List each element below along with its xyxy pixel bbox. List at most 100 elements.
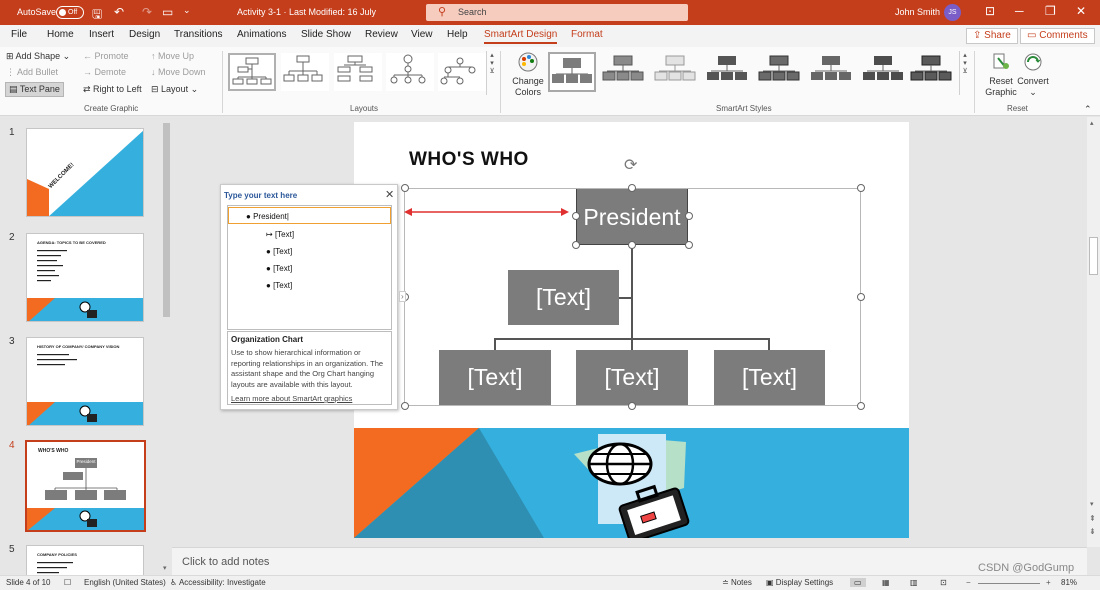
share-button[interactable]: ⇪ Share <box>966 28 1018 44</box>
redo-icon[interactable]: ↷ <box>142 5 152 19</box>
smartart-frame[interactable] <box>404 188 861 406</box>
tab-slide-show[interactable]: Slide Show <box>301 29 351 40</box>
tab-smartart-design[interactable]: SmartArt Design <box>484 29 558 44</box>
slide-show-icon[interactable]: ⊡ <box>940 578 947 587</box>
text-pane-toggle-icon[interactable]: › <box>399 291 406 302</box>
add-bullet-button[interactable]: ⋮ Add Bullet <box>6 67 58 78</box>
smartart-style-3[interactable] <box>653 52 701 92</box>
smartart-style-5[interactable] <box>757 52 805 92</box>
slide-thumbnail-3[interactable]: HISTORY OF COMPANY/ COMPANY VISION <box>26 337 144 426</box>
reading-view-icon[interactable]: ▥ <box>910 578 918 587</box>
resize-handle[interactable] <box>628 184 636 192</box>
shape-handle[interactable] <box>628 241 636 249</box>
close-icon[interactable]: ✕ <box>1076 4 1086 18</box>
notes-button[interactable]: ≐ Notes <box>722 578 752 587</box>
zoom-slider[interactable] <box>978 583 1040 584</box>
tab-transitions[interactable]: Transitions <box>174 29 223 40</box>
scroll-up-icon[interactable]: ▴ <box>1090 119 1094 127</box>
shape-handle[interactable] <box>572 241 580 249</box>
smartart-style-1[interactable] <box>548 52 596 92</box>
text-pane-button[interactable]: ▤ Text Pane <box>5 82 64 97</box>
tab-home[interactable]: Home <box>47 29 74 40</box>
layout-button[interactable]: ⊟ Layout ⌄ <box>151 84 198 95</box>
search-box[interactable]: ⚲ Search <box>426 4 688 21</box>
text-pane-item[interactable]: ↦ [Text] <box>266 230 294 239</box>
notes-pane[interactable]: Click to add notes <box>172 547 1087 575</box>
restore-icon[interactable]: ❐ <box>1045 4 1056 18</box>
comments-button[interactable]: ▭ Comments <box>1020 28 1095 44</box>
shape-handle[interactable] <box>685 241 693 249</box>
learn-more-link[interactable]: Learn more about SmartArt graphics <box>231 394 388 403</box>
previous-slide-icon[interactable]: ⇞ <box>1089 514 1096 523</box>
layout-name-title-org-chart[interactable] <box>281 53 329 91</box>
zoom-level[interactable]: 81% <box>1061 578 1077 587</box>
slide-scroll-thumb[interactable] <box>1089 237 1098 275</box>
layout-circle-org-chart[interactable] <box>386 53 434 91</box>
collapse-ribbon-icon[interactable]: ⌃ <box>1084 104 1092 115</box>
ribbon-display-icon[interactable]: ⊡ <box>985 4 995 18</box>
tab-design[interactable]: Design <box>129 29 160 40</box>
resize-handle[interactable] <box>857 293 865 301</box>
add-shape-button[interactable]: ⊞ Add Shape ⌄ <box>6 51 70 62</box>
smartart-style-8[interactable] <box>909 52 957 92</box>
save-icon[interactable]: 🖫 <box>92 5 102 26</box>
layout-hierarchy[interactable] <box>438 53 486 91</box>
smartart-style-4[interactable] <box>705 52 753 92</box>
undo-icon[interactable]: ↶ <box>114 5 124 19</box>
tab-review[interactable]: Review <box>365 29 398 40</box>
smartart-style-6[interactable] <box>809 52 857 92</box>
close-icon[interactable]: ✕ <box>385 188 394 201</box>
autosave-toggle[interactable]: Off <box>56 6 84 19</box>
scroll-down-icon[interactable]: ▾ <box>163 564 167 572</box>
tab-insert[interactable]: Insert <box>89 29 114 40</box>
smartart-style-2[interactable] <box>601 52 649 92</box>
layout-half-circle-org-chart[interactable] <box>334 53 382 91</box>
slide-canvas[interactable]: WHO'S WHO President [Text] [Text] [Text]… <box>354 122 909 538</box>
thumbnail-scroll-thumb[interactable] <box>163 123 170 317</box>
move-up-button[interactable]: ↑ Move Up <box>151 51 194 61</box>
thumbnail-scrollbar[interactable]: ▾ <box>161 117 172 575</box>
shape-handle[interactable] <box>572 212 580 220</box>
display-settings-button[interactable]: ▣ Display Settings <box>766 578 833 587</box>
slide-title[interactable]: WHO'S WHO <box>409 149 529 171</box>
spelling-icon[interactable]: ☐ <box>64 578 71 587</box>
reset-graphic-button[interactable]: Reset Graphic <box>984 51 1018 98</box>
slide-thumbnail-1[interactable]: WELCOME! <box>26 128 144 217</box>
scroll-down-icon[interactable]: ▾ <box>1090 500 1094 508</box>
rotate-handle-icon[interactable]: ⟳ <box>624 155 637 175</box>
layouts-gallery-scroll[interactable]: ▴ ▾ ⊻ <box>486 51 497 95</box>
tab-file[interactable]: File <box>11 29 27 40</box>
move-down-button[interactable]: ↓ Move Down <box>151 67 206 77</box>
customize-toolbar-icon[interactable]: ⌄ <box>183 5 191 16</box>
slide-thumbnail-5[interactable]: COMPANY POLICIES <box>26 545 144 577</box>
smartart-style-7[interactable] <box>861 52 909 92</box>
slide-scrollbar[interactable]: ▴ ▾ ⇞ ⇟ <box>1087 117 1100 547</box>
tab-help[interactable]: Help <box>447 29 468 40</box>
present-icon[interactable]: ▭ <box>162 5 173 19</box>
minimize-icon[interactable]: ─ <box>1015 4 1024 18</box>
layout-org-chart[interactable] <box>228 53 276 91</box>
smartart-text-pane[interactable]: Type your text here ✕ ● President| ↦ [Te… <box>220 184 398 410</box>
convert-button[interactable]: Convert ⌄ <box>1017 51 1049 98</box>
zoom-out-icon[interactable]: − <box>966 578 971 587</box>
text-pane-item[interactable]: ● [Text] <box>266 264 292 273</box>
slide-thumbnail-2[interactable]: AGENDA: TOPICS TO BE COVERED <box>26 233 144 322</box>
styles-gallery-scroll[interactable]: ▴ ▾ ⊻ <box>959 51 970 95</box>
zoom-in-icon[interactable]: + <box>1046 578 1051 587</box>
change-colors-button[interactable]: Change Colors <box>511 51 545 98</box>
text-pane-list[interactable]: ● President| ↦ [Text] ● [Text] ● [Text] … <box>227 205 392 330</box>
resize-handle[interactable] <box>857 402 865 410</box>
resize-handle[interactable] <box>857 184 865 192</box>
next-slide-icon[interactable]: ⇟ <box>1089 527 1096 536</box>
tab-view[interactable]: View <box>411 29 433 40</box>
text-pane-item[interactable]: ● President| <box>246 212 289 221</box>
shape-handle[interactable] <box>685 212 693 220</box>
resize-handle[interactable] <box>401 184 409 192</box>
resize-handle[interactable] <box>628 402 636 410</box>
avatar[interactable]: JS <box>944 4 961 21</box>
normal-view-icon[interactable]: ▭ <box>850 578 866 587</box>
demote-button[interactable]: → Demote <box>83 67 126 77</box>
text-pane-item[interactable]: ● [Text] <box>266 247 292 256</box>
tab-format[interactable]: Format <box>571 29 603 40</box>
slide-thumbnail-4[interactable]: WHO'S WHO President <box>25 440 146 532</box>
